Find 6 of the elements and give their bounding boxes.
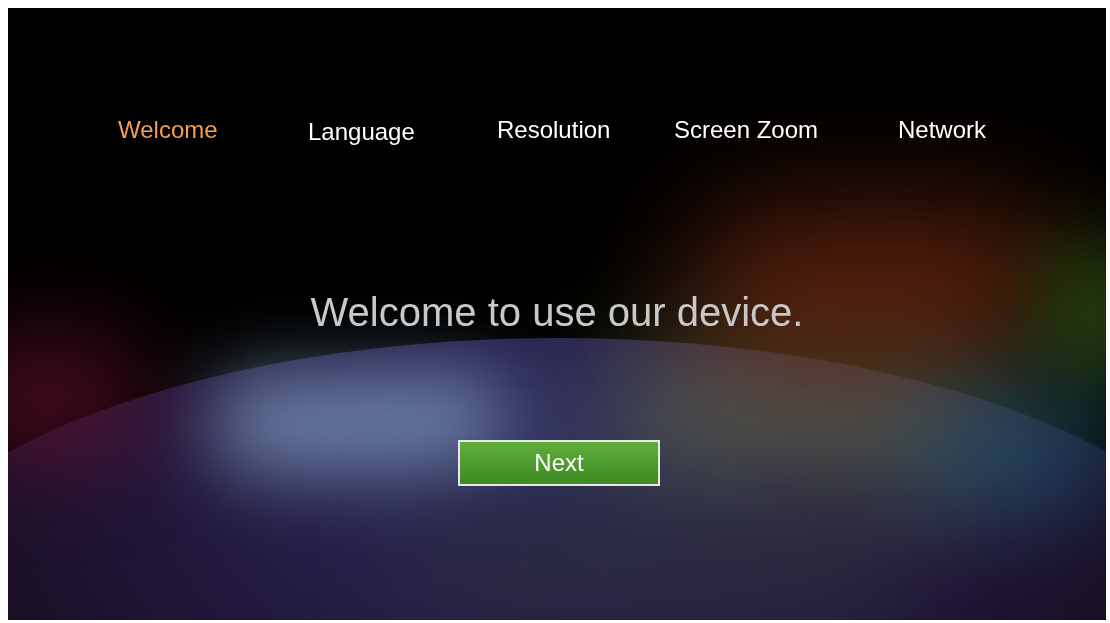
setup-step-tab[interactable]: Screen Zoom xyxy=(674,112,819,148)
welcome-message: Welcome to use our device. xyxy=(310,289,804,336)
setup-step-tab[interactable]: Resolution xyxy=(497,112,611,148)
setup-step-tab[interactable]: Language xyxy=(308,114,415,150)
setup-step-tab[interactable]: Network xyxy=(898,112,987,148)
setup-step-tab[interactable]: Welcome xyxy=(118,112,218,148)
